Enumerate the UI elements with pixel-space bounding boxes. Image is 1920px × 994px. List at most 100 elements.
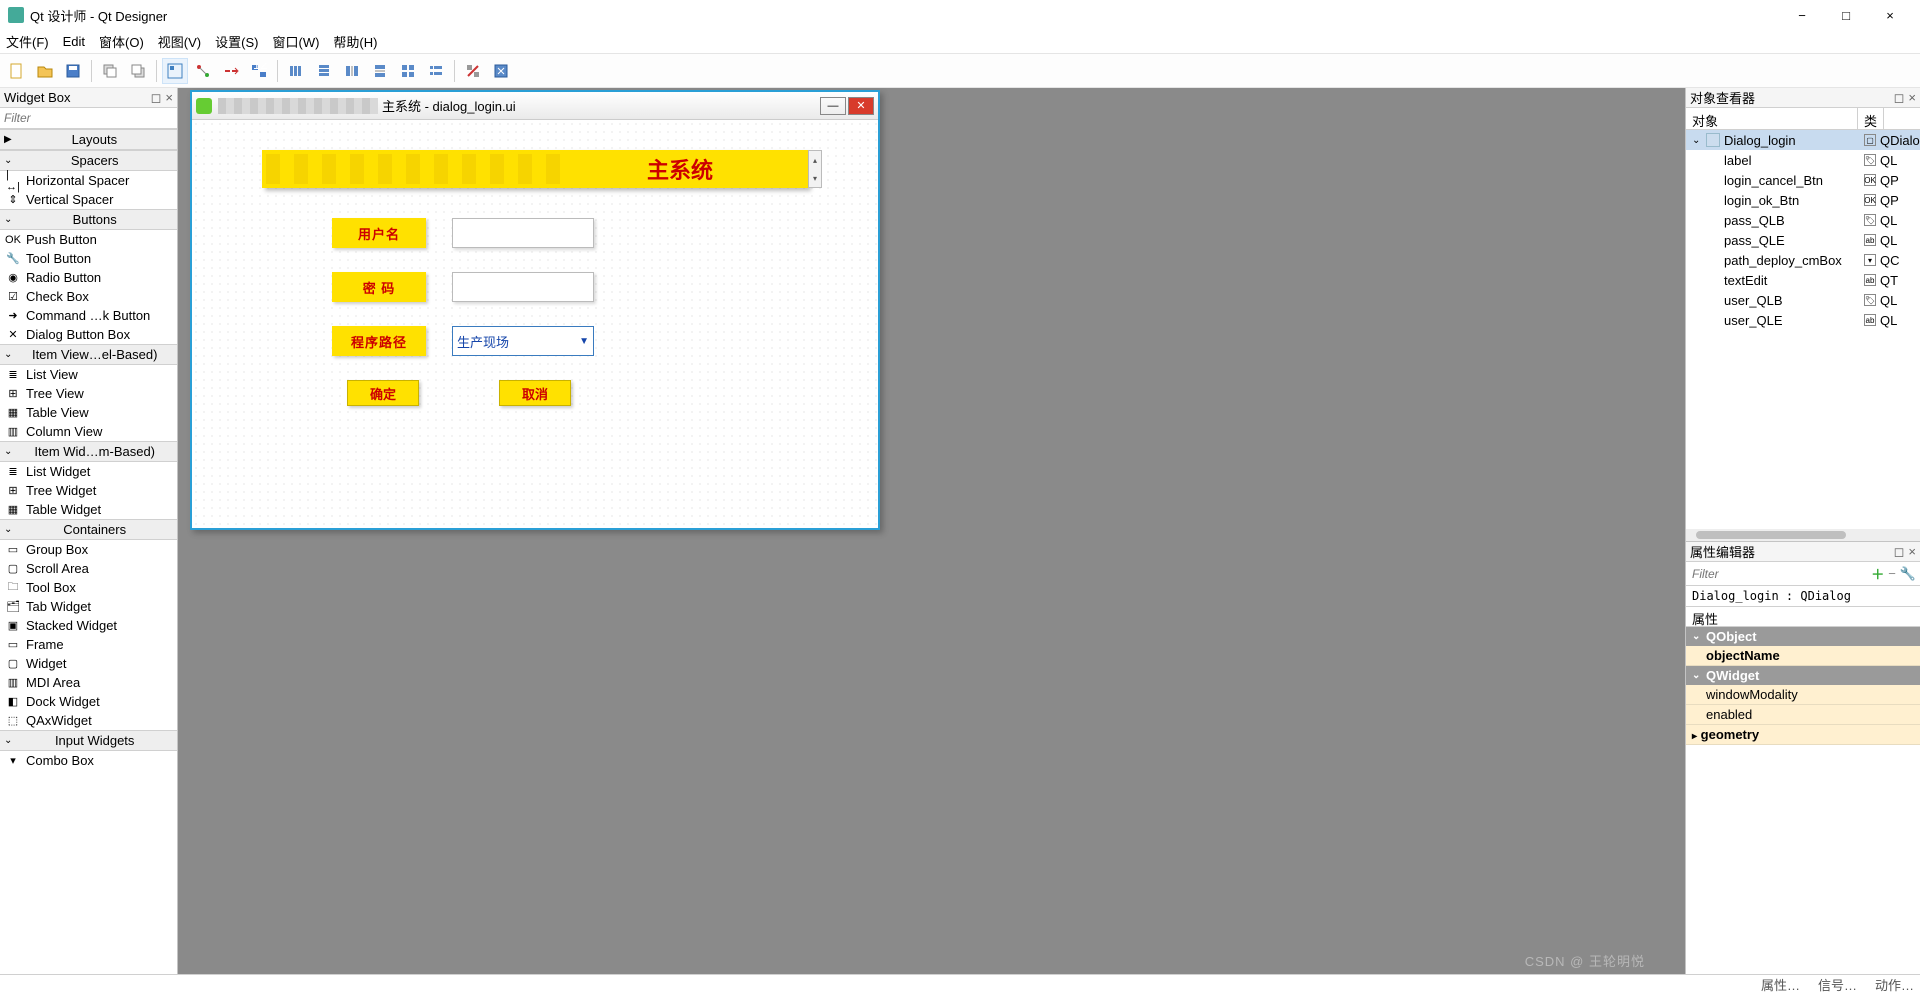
widget-item[interactable]: ≣List View [0,365,177,384]
widget-item[interactable]: ◉Radio Button [0,268,177,287]
widget-item[interactable]: ▦Table View [0,403,177,422]
property-section-header[interactable]: ⌄QObject [1686,627,1920,646]
widget-item[interactable]: ▦Table Widget [0,500,177,519]
window-min-button[interactable]: − [1780,1,1824,29]
widget-item[interactable]: ≣List Widget [0,462,177,481]
menu-item[interactable]: 视图(V) [158,32,201,51]
object-row[interactable]: ⌄Dialog_login▢QDialo [1686,130,1920,150]
layout-h-splitter-button[interactable] [339,58,365,84]
menu-item[interactable]: 窗体(O) [99,32,144,51]
user-label[interactable]: 用户名 [332,218,426,248]
new-file-button[interactable] [4,58,30,84]
menu-item[interactable]: 窗口(W) [272,32,319,51]
widget-item[interactable]: ⇕Vertical Spacer [0,190,177,209]
layout-form-button[interactable] [423,58,449,84]
object-row[interactable]: user_QLEabQL [1686,310,1920,330]
dock-float-icon[interactable]: ◻ [1894,544,1905,560]
property-list[interactable]: ⌄QObjectobjectName⌄QWidgetwindowModality… [1686,627,1920,974]
ok-button[interactable]: 确定 [347,380,419,406]
widget-item[interactable]: 🗂Tab Widget [0,597,177,616]
menu-item[interactable]: Edit [63,34,85,49]
layout-grid-button[interactable] [395,58,421,84]
dialog-body[interactable]: 主系统 ▴▾ 用户名 密 码 程序路径 生产现场▼ [192,120,878,528]
widget-group-header[interactable]: ⌄Spacers [0,150,177,171]
widget-item[interactable]: ⊞Tree View [0,384,177,403]
path-combo[interactable]: 生产现场▼ [452,326,594,356]
save-file-button[interactable] [60,58,86,84]
widget-group-header[interactable]: ⌄Input Widgets [0,730,177,751]
property-row[interactable]: objectName [1686,646,1920,666]
send-back-button[interactable] [97,58,123,84]
object-tree[interactable]: ⌄Dialog_login▢QDialolabel🏷QLlogin_cancel… [1686,130,1920,529]
add-property-icon[interactable]: ＋ [1871,564,1884,583]
widget-item[interactable]: 🔧Tool Button [0,249,177,268]
status-prop[interactable]: 属性… [1761,975,1800,994]
window-max-button[interactable]: □ [1824,1,1868,29]
bring-front-button[interactable] [125,58,151,84]
open-file-button[interactable] [32,58,58,84]
layout-horizontal-button[interactable] [283,58,309,84]
object-row[interactable]: login_cancel_BtnOKQP [1686,170,1920,190]
widget-item[interactable]: ▥Column View [0,422,177,441]
textedit-scrollbar[interactable]: ▴▾ [808,150,822,188]
object-row[interactable]: pass_QLB🏷QL [1686,210,1920,230]
dialog-close-button[interactable]: ✕ [848,97,874,115]
user-input[interactable] [452,218,594,248]
banner-label[interactable]: 主系统 ▴▾ [262,150,808,188]
widget-item[interactable]: ▢Widget [0,654,177,673]
pass-input[interactable] [452,272,594,302]
object-row[interactable]: user_QLB🏷QL [1686,290,1920,310]
object-row[interactable]: login_ok_BtnOKQP [1686,190,1920,210]
property-row[interactable]: enabled [1686,705,1920,725]
edit-buddies-button[interactable] [218,58,244,84]
status-action[interactable]: 动作… [1875,975,1914,994]
remove-property-icon[interactable]: − [1888,566,1896,581]
widget-item[interactable]: |↔|Horizontal Spacer [0,171,177,190]
widget-item[interactable]: ▭Group Box [0,540,177,559]
property-row[interactable]: ▸ geometry [1686,725,1920,745]
widget-item[interactable]: ✕Dialog Button Box [0,325,177,344]
widget-item[interactable]: ☑Check Box [0,287,177,306]
menu-item[interactable]: 帮助(H) [333,32,377,51]
widget-group-header[interactable]: ⌄Containers [0,519,177,540]
object-row[interactable]: path_deploy_cmBox▾QC [1686,250,1920,270]
widget-item[interactable]: ▣Stacked Widget [0,616,177,635]
dialog-min-button[interactable]: — [820,97,846,115]
object-row[interactable]: label🏷QL [1686,150,1920,170]
property-filter[interactable] [1690,565,1867,583]
edit-signals-button[interactable] [190,58,216,84]
window-close-button[interactable]: × [1868,1,1912,29]
property-row[interactable]: windowModality [1686,685,1920,705]
layout-v-splitter-button[interactable] [367,58,393,84]
widget-group-header[interactable]: ⌄Item View…el-Based) [0,344,177,365]
widget-item[interactable]: ▭Frame [0,635,177,654]
object-row[interactable]: textEditabQT [1686,270,1920,290]
dock-close-icon[interactable]: × [1908,544,1916,560]
widget-item[interactable]: ⊞Tree Widget [0,481,177,500]
widget-item[interactable]: 🗀Tool Box [0,578,177,597]
edit-tab-order-button[interactable]: 12 [246,58,272,84]
dialog-window[interactable]: 主系统 - dialog_login.ui — ✕ 主系统 ▴▾ 用户名 密 [190,90,880,530]
pass-label[interactable]: 密 码 [332,272,426,302]
dock-float-icon[interactable]: ◻ [151,90,162,106]
wrench-icon[interactable]: 🔧 [1900,566,1916,582]
layout-vertical-button[interactable] [311,58,337,84]
widget-group-header[interactable]: ▶Layouts [0,129,177,150]
property-section-header[interactable]: ⌄QWidget [1686,666,1920,685]
menu-item[interactable]: 文件(F) [6,32,49,51]
widget-box-list[interactable]: ▶Layouts⌄Spacers|↔|Horizontal Spacer⇕Ver… [0,129,177,974]
dock-float-icon[interactable]: ◻ [1894,90,1905,106]
widget-item[interactable]: ➜Command …k Button [0,306,177,325]
cancel-button[interactable]: 取消 [499,380,571,406]
break-layout-button[interactable] [460,58,486,84]
widget-box-filter[interactable] [0,108,177,129]
edit-widgets-button[interactable] [162,58,188,84]
widget-item[interactable]: ▥MDI Area [0,673,177,692]
object-row[interactable]: pass_QLEabQL [1686,230,1920,250]
widget-item[interactable]: ◧Dock Widget [0,692,177,711]
inspector-hscroll[interactable] [1686,529,1920,541]
widget-item[interactable]: ▢Scroll Area [0,559,177,578]
dock-close-icon[interactable]: × [1908,90,1916,106]
design-canvas[interactable]: 主系统 - dialog_login.ui — ✕ 主系统 ▴▾ 用户名 密 [178,88,1685,974]
widget-item[interactable]: ▾Combo Box [0,751,177,770]
